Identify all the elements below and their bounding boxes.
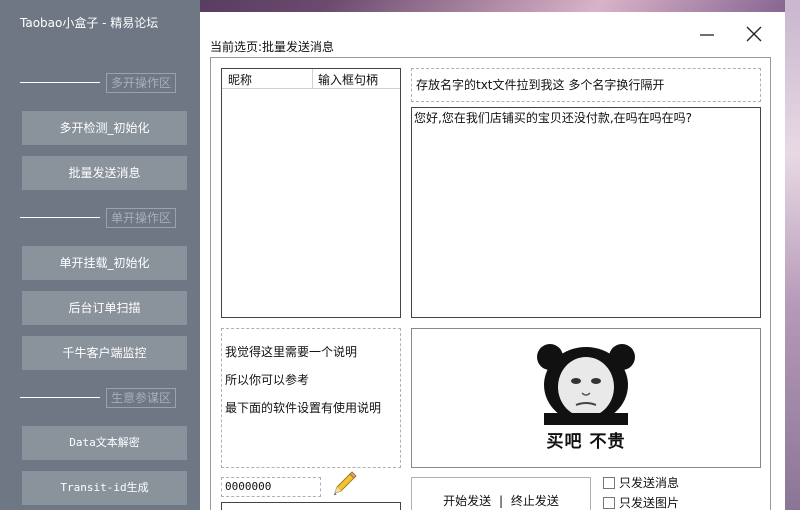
data-text-decrypt-button[interactable]: Data文本解密 <box>22 426 187 460</box>
note-line: 所以你可以参考 <box>225 373 310 387</box>
section-label-business: 生意参谋区 <box>106 388 176 408</box>
qianniu-monitor-button[interactable]: 千牛客户端监控 <box>22 336 187 370</box>
separator: | <box>498 494 504 508</box>
desktop-wallpaper <box>785 0 800 510</box>
only-image-label: 只发送图片 <box>619 496 680 510</box>
minimize-icon <box>700 34 714 36</box>
close-button[interactable] <box>742 22 766 46</box>
single-mount-init-button[interactable]: 单开挂载_初始化 <box>22 246 187 280</box>
code-input[interactable]: 0000000 <box>221 477 321 497</box>
section-label-multi: 多开操作区 <box>106 73 176 93</box>
section-business: 生意参谋区 <box>20 388 180 408</box>
divider <box>20 82 100 83</box>
transit-id-generate-button[interactable]: Transit-id生成 <box>22 471 187 505</box>
section-multi: 多开操作区 <box>20 73 180 93</box>
meme-caption: 买吧 不贵 <box>546 432 626 452</box>
file-drop-zone[interactable]: 存放名字的txt文件拉到我这 多个名字换行隔开 <box>411 68 761 102</box>
main-window: 当前选页:批量发送消息 昵称 输入框句柄 存放名字的txt文件拉到我这 多个名字… <box>200 12 785 510</box>
app-title: Taobao小盒子 - 精易论坛 <box>20 16 159 30</box>
close-icon <box>746 26 762 42</box>
only-image-option[interactable]: 只发送图片 <box>603 494 679 510</box>
stop-send-button[interactable]: 终止发送 <box>511 494 559 508</box>
current-page-label: 当前选页:批量发送消息 <box>210 40 335 54</box>
column-header-handle[interactable]: 输入框句柄 <box>318 71 378 88</box>
only-message-checkbox[interactable] <box>603 477 615 489</box>
column-header-nickname[interactable]: 昵称 <box>228 71 252 88</box>
multi-detect-init-button[interactable]: 多开检测_初始化 <box>22 111 187 145</box>
instructions-box: 我觉得这里需要一个说明 所以你可以参考 最下面的软件设置有使用说明 <box>221 328 401 468</box>
lower-list-box[interactable] <box>221 502 401 510</box>
only-image-checkbox[interactable] <box>603 497 615 509</box>
note-line: 最下面的软件设置有使用说明 <box>225 401 382 415</box>
start-send-button[interactable]: 开始发送 <box>443 494 491 508</box>
divider <box>20 217 100 218</box>
send-control: 开始发送 | 终止发送 <box>411 477 591 510</box>
pencil-icon[interactable] <box>331 471 357 497</box>
panda-meme-image: 买吧 不贵 <box>536 343 636 453</box>
sidebar: Taobao小盒子 - 精易论坛 多开操作区 多开检测_初始化 批量发送消息 单… <box>0 0 200 510</box>
nickname-table[interactable]: 昵称 输入框句柄 <box>221 68 401 318</box>
message-textarea[interactable]: 您好,您在我们店铺买的宝贝还没付款,在吗在吗在吗? <box>411 107 761 318</box>
section-single: 单开操作区 <box>20 208 180 228</box>
divider <box>20 397 100 398</box>
only-message-option[interactable]: 只发送消息 <box>603 474 679 490</box>
batch-send-message-button[interactable]: 批量发送消息 <box>22 156 187 190</box>
note-line: 我觉得这里需要一个说明 <box>225 345 358 359</box>
table-header: 昵称 输入框句柄 <box>222 69 400 89</box>
only-message-label: 只发送消息 <box>619 476 680 490</box>
section-label-single: 单开操作区 <box>106 208 176 228</box>
image-drop-zone[interactable]: 买吧 不贵 <box>411 328 761 468</box>
column-separator <box>312 69 313 89</box>
content-panel: 昵称 输入框句柄 存放名字的txt文件拉到我这 多个名字换行隔开 您好,您在我们… <box>210 57 771 510</box>
minimize-button[interactable] <box>696 22 720 46</box>
background-order-scan-button[interactable]: 后台订单扫描 <box>22 291 187 325</box>
